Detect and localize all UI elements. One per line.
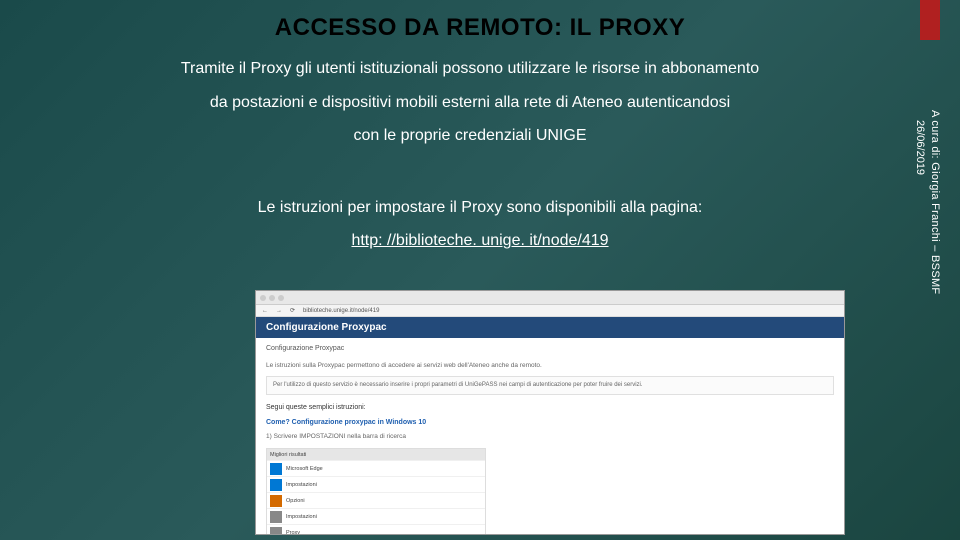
- browser-tab-bar: [256, 291, 844, 305]
- search-category-label: Migliori risultati: [267, 449, 485, 461]
- search-result-label: Impostazioni: [286, 481, 317, 489]
- steps-intro: Segui queste semplici istruzioni:: [266, 403, 834, 414]
- nav-back-icon[interactable]: ←: [262, 308, 268, 314]
- window-control-icon: [269, 295, 275, 301]
- intro-paragraph: Tramite il Proxy gli utenti istituzional…: [0, 52, 960, 153]
- app-icon: [270, 495, 282, 507]
- app-icon: [270, 463, 282, 475]
- nav-forward-icon[interactable]: →: [276, 308, 282, 314]
- page-subtitle: Configurazione Proxypac: [266, 344, 834, 355]
- step-link[interactable]: Come? Configurazione proxypac in Windows…: [266, 418, 834, 429]
- search-result-row[interactable]: Impostazioni: [267, 509, 485, 525]
- browser-address-bar[interactable]: ← → ⟳ biblioteche.unige.it/node/419: [256, 305, 844, 317]
- window-control-icon: [260, 295, 266, 301]
- search-result-label: Opzioni: [286, 497, 305, 505]
- step-1-text: 1) Scrivere IMPOSTAZIONI nella barra di …: [266, 432, 834, 442]
- search-result-row[interactable]: Microsoft Edge: [267, 461, 485, 477]
- intro-line-3: con le proprie credenziali UNIGE: [60, 119, 880, 153]
- embedded-screenshot: ← → ⟳ biblioteche.unige.it/node/419 Conf…: [255, 290, 845, 535]
- gear-icon: [270, 511, 282, 523]
- settings-icon: [270, 479, 282, 491]
- search-result-label: Impostazioni: [286, 513, 317, 521]
- intro-line-2: da postazioni e dispositivi mobili ester…: [60, 86, 880, 120]
- body-text: Le istruzioni sulla Proxypac permettono …: [266, 361, 834, 371]
- search-result-label: Proxy: [286, 529, 300, 535]
- page-content: Configurazione Proxypac Le istruzioni su…: [256, 338, 844, 535]
- search-result-label: Microsoft Edge: [286, 465, 323, 473]
- instructions-link[interactable]: http: //biblioteche. unige. it/node/419: [0, 224, 960, 258]
- windows-search-panel: Migliori risultati Microsoft Edge Impost…: [266, 448, 486, 535]
- gear-icon: [270, 527, 282, 535]
- intro-line-1: Tramite il Proxy gli utenti istituzional…: [60, 52, 880, 86]
- sidebar-date: 26/06/2019: [914, 120, 926, 175]
- accent-bar: [920, 0, 940, 40]
- instructions-text: Le istruzioni per impostare il Proxy son…: [0, 191, 960, 225]
- info-box-text: Per l'utilizzo di questo servizio è nece…: [273, 382, 643, 388]
- reload-icon[interactable]: ⟳: [290, 307, 295, 314]
- instructions-block: Le istruzioni per impostare il Proxy son…: [0, 191, 960, 258]
- page-banner-title: Configurazione Proxypac: [256, 317, 844, 338]
- search-result-row[interactable]: Opzioni: [267, 493, 485, 509]
- window-control-icon: [278, 295, 284, 301]
- sidebar-credit: A cura di: Giorgia Franchi – BSSMF: [927, 110, 942, 294]
- search-result-row[interactable]: Impostazioni: [267, 477, 485, 493]
- info-box: Per l'utilizzo di questo servizio è nece…: [266, 376, 834, 395]
- slide-title: ACCESSO DA REMOTO: IL PROXY: [0, 0, 960, 52]
- address-url: biblioteche.unige.it/node/419: [303, 308, 379, 314]
- search-result-row[interactable]: Proxy: [267, 525, 485, 535]
